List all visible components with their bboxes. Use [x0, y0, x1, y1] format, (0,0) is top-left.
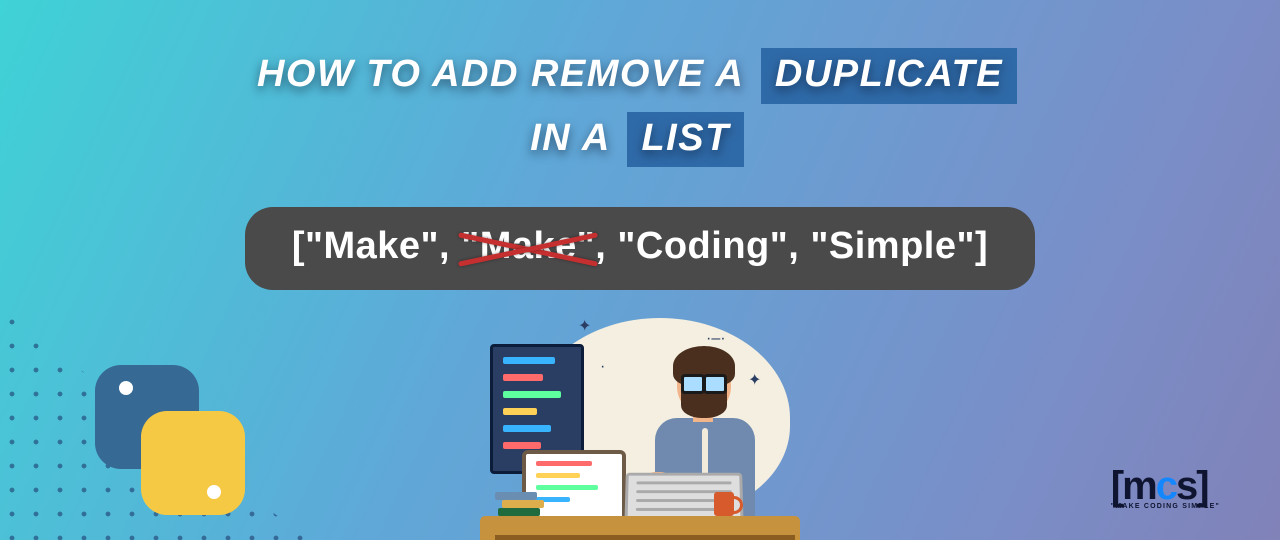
code-example: ["Make", "Make", "Coding", "Simple"]	[245, 207, 1035, 290]
programmer-illustration: ✦·–· ✦·	[450, 310, 830, 540]
logo-bracket-open: [	[1111, 464, 1122, 508]
python-logo-icon	[95, 365, 245, 515]
code-rest: , "Coding", "Simple"]	[595, 225, 988, 267]
title: HOW TO ADD REMOVE A DUPLICATE IN A LIST	[0, 0, 1280, 167]
title-highlight-duplicate: DUPLICATE	[761, 48, 1017, 104]
logo-tagline: "MAKE CODING SIMPLE"	[1111, 503, 1220, 510]
code-open: ["Make",	[292, 225, 461, 267]
logo-m: m	[1122, 464, 1156, 508]
logo-c: c	[1156, 464, 1176, 508]
logo-bracket-close: ]	[1196, 464, 1207, 508]
title-highlight-list: LIST	[627, 112, 743, 168]
code-struck-duplicate: "Make"	[461, 225, 595, 268]
mcs-logo: [mcs] "MAKE CODING SIMPLE"	[1111, 464, 1220, 510]
title-part1: HOW TO ADD REMOVE A	[257, 53, 743, 95]
logo-s: s	[1176, 464, 1196, 508]
mug-icon	[714, 492, 734, 516]
title-part2: IN A	[530, 117, 609, 159]
